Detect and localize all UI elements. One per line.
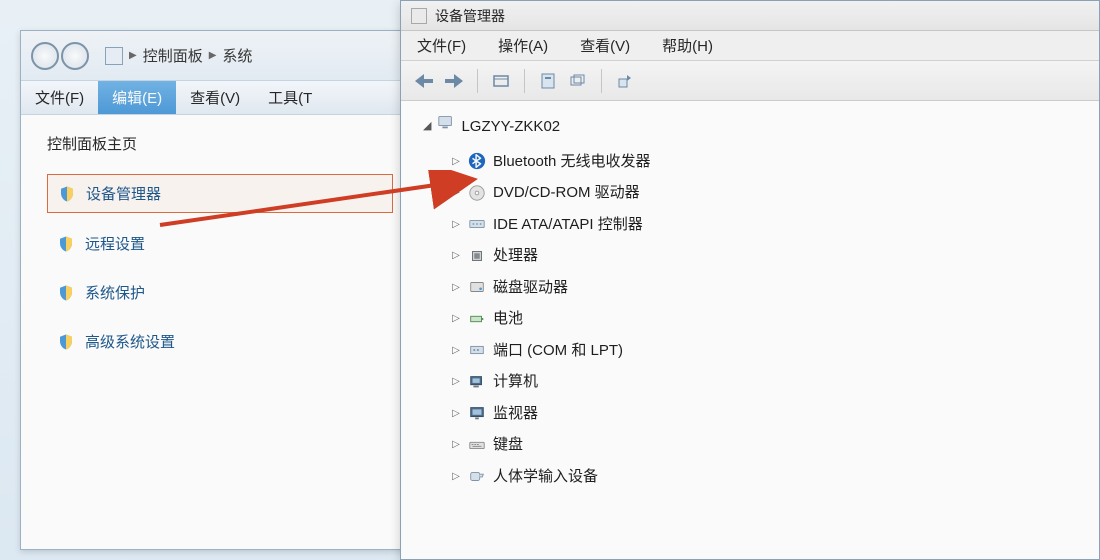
- link-device-manager[interactable]: 设备管理器: [47, 174, 393, 213]
- dm-toolbar: [401, 61, 1099, 101]
- toolbar-forward-button[interactable]: [441, 68, 467, 94]
- shield-icon: [57, 332, 75, 352]
- menu-file[interactable]: 文件(F): [21, 81, 98, 114]
- battery-icon: [468, 310, 486, 328]
- tree-item-label: IDE ATA/ATAPI 控制器: [493, 212, 643, 238]
- toolbar-separator: [601, 69, 602, 93]
- link-advanced-settings[interactable]: 高级系统设置: [47, 323, 393, 360]
- link-label: 高级系统设置: [85, 331, 175, 352]
- menu-view[interactable]: 查看(V): [176, 81, 254, 114]
- tree-item-label: 计算机: [493, 369, 538, 395]
- dm-menubar: 文件(F) 操作(A) 查看(V) 帮助(H): [401, 31, 1099, 61]
- shield-icon: [58, 184, 76, 204]
- control-panel-window: ▶ 控制面板 ▶ 系统 文件(F) 编辑(E) 查看(V) 工具(T 控制面板主…: [20, 30, 420, 550]
- tree-item-monitor[interactable]: ▷ 监视器: [451, 398, 1081, 430]
- tree-item-disk[interactable]: ▷ 磁盘驱动器: [451, 272, 1081, 304]
- link-label: 远程设置: [85, 233, 145, 254]
- menu-view[interactable]: 查看(V): [564, 35, 646, 56]
- toolbar-back-button[interactable]: [411, 68, 437, 94]
- dvd-icon: [468, 184, 486, 202]
- toolbar-show-hidden-button[interactable]: [488, 68, 514, 94]
- ide-icon: [468, 215, 486, 233]
- expand-icon[interactable]: ▷: [451, 373, 461, 390]
- chevron-right-icon: ▶: [209, 50, 217, 61]
- tree-item-label: 端口 (COM 和 LPT): [493, 338, 623, 364]
- cp-heading: 控制面板主页: [47, 133, 393, 154]
- menu-help[interactable]: 帮助(H): [646, 35, 729, 56]
- computer-icon: [468, 373, 486, 391]
- tree-item-cpu[interactable]: ▷ 处理器: [451, 240, 1081, 272]
- expand-icon[interactable]: ▷: [451, 342, 461, 359]
- shield-icon: [57, 234, 75, 254]
- tree-item-label: 磁盘驱动器: [493, 275, 568, 301]
- window-title: 设备管理器: [435, 6, 505, 26]
- expand-icon[interactable]: ▷: [451, 216, 461, 233]
- bluetooth-icon: [468, 152, 486, 170]
- computer-icon: [437, 113, 455, 140]
- hid-icon: [468, 467, 486, 485]
- tree-item-label: 监视器: [493, 401, 538, 427]
- tree-root[interactable]: ◢ LGZYY-ZKK02: [423, 113, 1081, 140]
- tree-item-bluetooth[interactable]: ▷ Bluetooth 无线电收发器: [451, 146, 1081, 178]
- toolbar-update-driver-button[interactable]: [612, 68, 638, 94]
- breadcrumb-item[interactable]: 控制面板: [143, 45, 203, 66]
- chevron-right-icon: ▶: [129, 50, 137, 61]
- expand-icon[interactable]: ▷: [451, 184, 461, 201]
- tree-item-dvd[interactable]: ▷ DVD/CD-ROM 驱动器: [451, 177, 1081, 209]
- tree-item-label: 人体学输入设备: [493, 464, 598, 490]
- expand-icon[interactable]: ▷: [451, 468, 461, 485]
- keyboard-icon: [468, 436, 486, 454]
- tree-item-keyboard[interactable]: ▷ 键盘: [451, 429, 1081, 461]
- cpu-icon: [468, 247, 486, 265]
- menu-action[interactable]: 操作(A): [482, 35, 564, 56]
- tree-item-computer[interactable]: ▷ 计算机: [451, 366, 1081, 398]
- collapse-icon[interactable]: ◢: [423, 117, 431, 136]
- monitor-icon: [468, 404, 486, 422]
- tree-item-port[interactable]: ▷ 端口 (COM 和 LPT): [451, 335, 1081, 367]
- tree-item-battery[interactable]: ▷ 电池: [451, 303, 1081, 335]
- cp-navbar: ▶ 控制面板 ▶ 系统: [21, 31, 419, 81]
- disk-icon: [468, 278, 486, 296]
- expand-icon[interactable]: ▷: [451, 436, 461, 453]
- menu-tools[interactable]: 工具(T: [254, 81, 326, 114]
- root-label: LGZYY-ZKK02: [461, 114, 560, 140]
- toolbar-separator: [524, 69, 525, 93]
- forward-button[interactable]: [61, 42, 89, 70]
- device-manager-icon: [411, 8, 427, 24]
- link-remote-settings[interactable]: 远程设置: [47, 225, 393, 262]
- cp-body: 控制面板主页 设备管理器 远程设置 系统保护 高级系统设置: [21, 115, 419, 390]
- tree-item-label: 处理器: [493, 243, 538, 269]
- link-label: 系统保护: [85, 282, 145, 303]
- dm-titlebar: 设备管理器: [401, 1, 1099, 31]
- tree-item-label: DVD/CD-ROM 驱动器: [493, 180, 640, 206]
- expand-icon[interactable]: ▷: [451, 405, 461, 422]
- breadcrumb-icon: [105, 47, 123, 65]
- link-label: 设备管理器: [86, 183, 161, 204]
- back-button[interactable]: [31, 42, 59, 70]
- tree-item-label: 电池: [493, 306, 523, 332]
- expand-icon[interactable]: ▷: [451, 310, 461, 327]
- menu-file[interactable]: 文件(F): [401, 35, 482, 56]
- breadcrumb[interactable]: ▶ 控制面板 ▶ 系统: [105, 45, 252, 66]
- device-tree: ◢ LGZYY-ZKK02 ▷ Bluetooth 无线电收发器 ▷ DVD/CD-R…: [401, 101, 1099, 559]
- toolbar-scan-button[interactable]: [565, 68, 591, 94]
- cp-menubar: 文件(F) 编辑(E) 查看(V) 工具(T: [21, 81, 419, 115]
- toolbar-properties-button[interactable]: [535, 68, 561, 94]
- tree-item-ide[interactable]: ▷ IDE ATA/ATAPI 控制器: [451, 209, 1081, 241]
- toolbar-separator: [477, 69, 478, 93]
- tree-item-label: Bluetooth 无线电收发器: [493, 149, 651, 175]
- expand-icon[interactable]: ▷: [451, 153, 461, 170]
- port-icon: [468, 341, 486, 359]
- expand-icon[interactable]: ▷: [451, 247, 461, 264]
- breadcrumb-item[interactable]: 系统: [222, 45, 252, 66]
- device-manager-window: 设备管理器 文件(F) 操作(A) 查看(V) 帮助(H) ◢: [400, 0, 1100, 560]
- link-system-protection[interactable]: 系统保护: [47, 274, 393, 311]
- expand-icon[interactable]: ▷: [451, 279, 461, 296]
- shield-icon: [57, 283, 75, 303]
- menu-edit[interactable]: 编辑(E): [98, 81, 176, 114]
- tree-item-hid[interactable]: ▷ 人体学输入设备: [451, 461, 1081, 493]
- tree-item-label: 键盘: [493, 432, 523, 458]
